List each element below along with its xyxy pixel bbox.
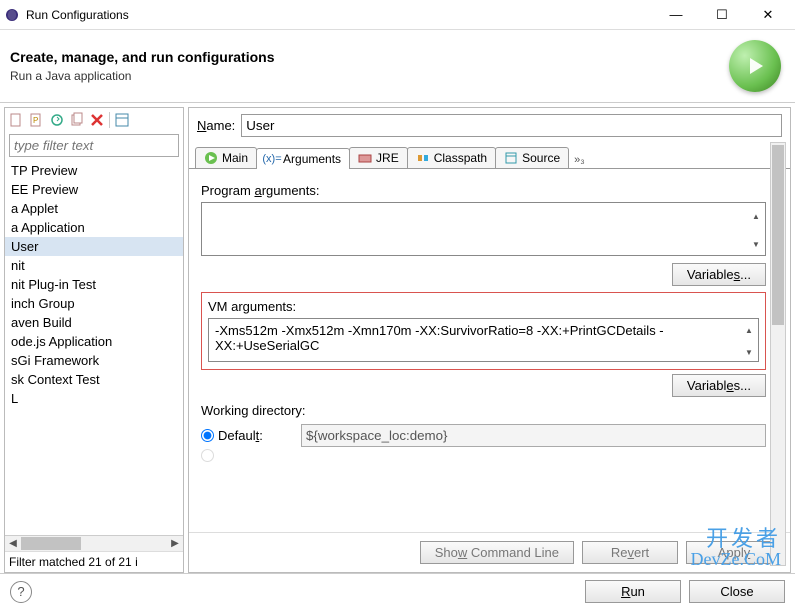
tree-item[interactable]: EE Preview (5, 180, 183, 199)
spin-down-icon[interactable]: ▼ (740, 342, 758, 365)
filter-status: Filter matched 21 of 21 i (5, 551, 183, 572)
header: Create, manage, and run configurations R… (0, 30, 795, 102)
run-small-icon (204, 151, 218, 165)
spin-up-icon[interactable]: ▲ (740, 319, 758, 342)
header-title: Create, manage, and run configurations (10, 49, 729, 65)
other-radio[interactable] (201, 449, 291, 462)
new-proto-icon[interactable]: P (29, 112, 45, 128)
tree-item[interactable]: sk Context Test (5, 370, 183, 389)
program-variables-button[interactable]: Variables... (672, 263, 766, 286)
tab-arguments[interactable]: (x)=Arguments (256, 148, 350, 169)
tabs: Main (x)=Arguments JRE Classpath Source … (189, 143, 790, 169)
vm-args-highlight: VM arguments: -Xms512m -Xmx512m -Xmn170m… (201, 292, 766, 370)
vm-args-input[interactable]: -Xms512m -Xmx512m -Xmn170m -XX:SurvivorR… (208, 318, 759, 362)
spin-up-icon[interactable]: ▲ (747, 203, 765, 231)
show-command-line-button[interactable]: Show Command Line (420, 541, 574, 564)
svg-text:P: P (33, 116, 38, 125)
tab-source[interactable]: Source (495, 147, 569, 168)
minimize-button[interactable]: — (653, 0, 699, 30)
tab-main[interactable]: Main (195, 147, 257, 168)
help-icon[interactable]: ? (10, 581, 32, 603)
footer: ? Run Close (0, 573, 795, 609)
working-dir-label: Working directory: (201, 403, 766, 418)
eclipse-icon (4, 7, 20, 23)
duplicate-icon[interactable] (69, 112, 85, 128)
classpath-icon (416, 151, 430, 165)
default-dir-input (301, 424, 766, 447)
args-icon: (x)= (265, 152, 279, 166)
tree-item[interactable]: ode.js Application (5, 332, 183, 351)
name-label: Name: (197, 118, 235, 133)
tab-jre[interactable]: JRE (349, 147, 408, 168)
tree-item[interactable]: sGi Framework (5, 351, 183, 370)
tree-item[interactable]: User (5, 237, 183, 256)
tree-item[interactable]: aven Build (5, 313, 183, 332)
titlebar: Run Configurations — ☐ ✕ (0, 0, 795, 30)
spin-down-icon[interactable]: ▼ (747, 231, 765, 259)
collapse-icon[interactable] (114, 112, 130, 128)
tab-classpath[interactable]: Classpath (407, 147, 496, 168)
filter-input[interactable] (9, 134, 179, 157)
tree-item[interactable]: a Applet (5, 199, 183, 218)
vm-variables-button[interactable]: Variables... (672, 374, 766, 397)
vertical-scrollbar[interactable] (770, 142, 786, 566)
config-tree[interactable]: TP PreviewEE Previewa Appleta Applicatio… (5, 159, 183, 535)
tree-item[interactable]: L (5, 389, 183, 408)
tabs-more[interactable]: »₃ (568, 152, 591, 168)
tree-item[interactable]: inch Group (5, 294, 183, 313)
vm-args-label: VM arguments: (208, 299, 759, 314)
delete-icon[interactable] (89, 112, 105, 128)
horizontal-scrollbar[interactable]: ◀▶ (5, 535, 183, 551)
right-panel: Name: Main (x)=Arguments JRE Classpath S… (188, 107, 791, 573)
new-config-icon[interactable] (9, 112, 25, 128)
apply-button[interactable]: Apply (686, 541, 782, 564)
tree-item[interactable]: nit Plug-in Test (5, 275, 183, 294)
tree-item[interactable]: TP Preview (5, 161, 183, 180)
revert-button[interactable]: Revert (582, 541, 678, 564)
header-subtitle: Run a Java application (10, 69, 729, 83)
tree-item[interactable]: a Application (5, 218, 183, 237)
left-toolbar: P (5, 108, 183, 132)
window-title: Run Configurations (26, 8, 653, 22)
close-window-button[interactable]: ✕ (745, 0, 791, 30)
default-radio[interactable]: Default: (201, 428, 291, 443)
name-input[interactable] (241, 114, 782, 137)
run-icon (729, 40, 781, 92)
program-args-label: Program arguments: (201, 183, 766, 198)
maximize-button[interactable]: ☐ (699, 0, 745, 30)
export-icon[interactable] (49, 112, 65, 128)
tree-item[interactable]: nit (5, 256, 183, 275)
source-icon (504, 151, 518, 165)
left-panel: P TP PreviewEE Previewa Appleta Applicat… (4, 107, 184, 573)
run-button[interactable]: Run (585, 580, 681, 603)
jre-icon (358, 151, 372, 165)
close-button[interactable]: Close (689, 580, 785, 603)
program-args-input[interactable] (201, 202, 766, 256)
